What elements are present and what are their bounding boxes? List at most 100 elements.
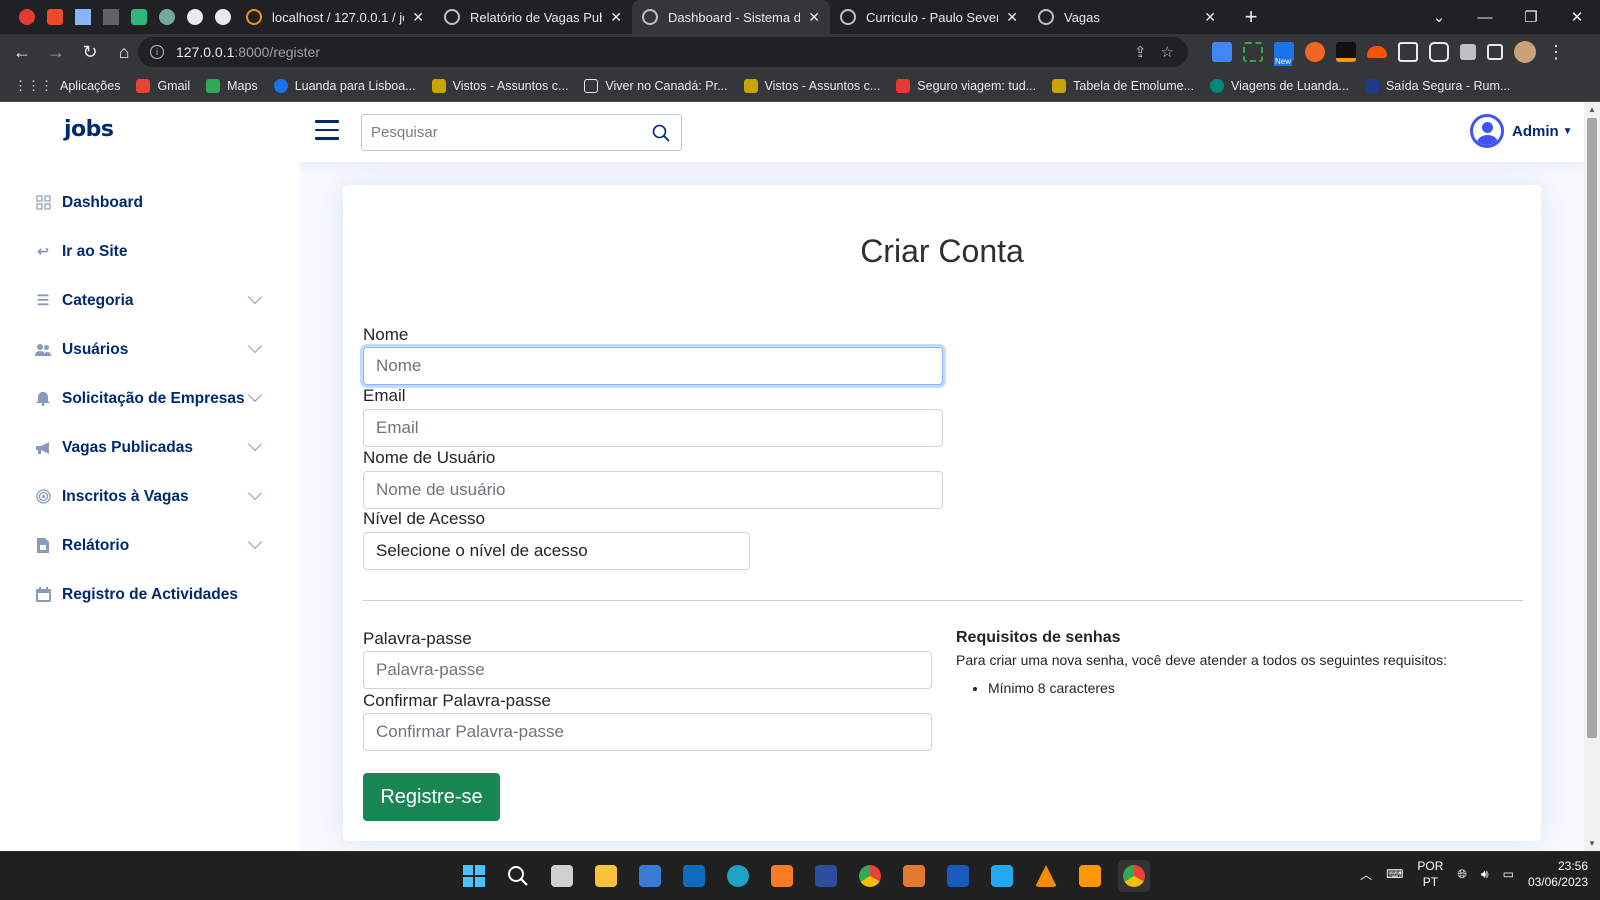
side-panel-icon[interactable] [1487,44,1503,60]
minimize-icon[interactable]: — [1462,9,1508,26]
close-icon[interactable]: ✕ [610,9,622,26]
edge-icon[interactable] [722,860,754,892]
soundcloud-icon[interactable] [1367,46,1387,58]
sublime-icon[interactable] [1074,860,1106,892]
browser-tab-active[interactable]: Dashboard - Sistema de G ✕ [632,0,830,34]
close-icon[interactable]: ✕ [1006,9,1018,26]
bookmark-item[interactable]: Tabela de Emolume... [1052,78,1194,93]
translate-extension-icon[interactable] [1212,42,1232,62]
word-icon[interactable] [942,860,974,892]
email-field[interactable] [363,409,943,447]
forward-arrow-icon[interactable]: → [40,42,72,63]
menu-dots-icon[interactable]: ⋮ [1547,42,1565,63]
vlc-icon[interactable] [1030,860,1062,892]
browser-tab[interactable]: Vagas ✕ [1028,0,1226,34]
screenshot-extension-icon[interactable] [1243,42,1263,62]
language-indicator[interactable]: POR PT [1417,858,1443,890]
close-icon[interactable]: ✕ [808,9,820,26]
start-windows-icon[interactable] [458,860,490,892]
github-icon[interactable] [210,4,236,30]
bookmark-item[interactable]: Gmail [136,78,190,93]
browser-tab[interactable]: Curriculo - Paulo Severino ✕ [830,0,1028,34]
page-scrollbar[interactable]: ▲ ▼ [1584,102,1600,851]
network-globe-icon[interactable]: 🌐︎ [1457,867,1467,882]
bookmark-item[interactable]: Viver no Canadá: Pr... [584,78,728,93]
bookmark-star-icon[interactable]: ☆ [1161,43,1174,61]
media-player-icon[interactable] [898,860,930,892]
task-view-icon[interactable] [546,860,578,892]
register-button[interactable]: Registre-se [363,773,500,821]
extension-icon[interactable] [1398,42,1418,62]
search-input[interactable] [362,115,641,150]
puzzle-icon[interactable] [1460,44,1476,60]
sidebar-toggle-icon[interactable] [315,120,339,140]
chrome-profile-icon[interactable] [1118,860,1150,892]
share-icon[interactable]: ⇪ [1134,43,1147,61]
sidebar-item-ir-ao-site[interactable]: ↩ Ir ao Site [0,227,300,276]
pinned-tab-icon[interactable] [98,4,124,30]
scrollbar-thumb[interactable] [1587,118,1597,738]
mail-icon[interactable] [678,860,710,892]
browser-tab[interactable]: localhost / 127.0.0.1 / jobs ✕ [236,0,434,34]
chrome-icon[interactable] [854,860,886,892]
close-icon[interactable]: ✕ [1204,9,1216,26]
keyboard-icon[interactable]: ⌨ [1386,867,1403,881]
restore-icon[interactable]: ❐ [1508,8,1554,26]
bookmark-item[interactable]: Vistos - Assuntos c... [743,78,880,93]
chevron-up-icon[interactable]: ︿ [1360,866,1372,883]
window-close-icon[interactable]: ✕ [1554,8,1600,26]
extension-icon[interactable] [1429,42,1449,62]
download-extension-icon[interactable] [1305,42,1325,62]
pinned-tab-icon[interactable] [126,4,152,30]
confirm-password-field[interactable] [363,713,932,751]
xampp-icon[interactable] [766,860,798,892]
sidebar-item-relatorio[interactable]: Relátorio [0,521,300,570]
volume-icon[interactable]: 🔊︎ [1481,867,1489,882]
address-bar[interactable]: i 127.0.0.1:8000/register ⇪ ☆ [138,37,1188,67]
close-icon[interactable]: ✕ [412,9,424,26]
sidebar-item-solicitacao-empresas[interactable]: Solicitação de Empresas [0,374,300,423]
clock[interactable]: 23:56 03/06/2023 [1528,858,1588,890]
sidebar-item-usuarios[interactable]: Usuários [0,325,300,374]
bookmark-item[interactable]: Vistos - Assuntos c... [431,78,568,93]
username-field[interactable] [363,471,943,509]
sidebar-item-categoria[interactable]: ☰ Categoria [0,276,300,325]
sidebar-item-vagas-publicadas[interactable]: Vagas Publicadas [0,423,300,472]
pinned-tab-icon[interactable] [154,4,180,30]
sidebar-item-registro-actividades[interactable]: Registro de Actividades [0,570,300,619]
bookmark-item[interactable]: Luanda para Lisboa... [273,78,416,93]
scroll-down-icon[interactable]: ▼ [1588,839,1596,848]
bookmark-item[interactable]: Seguro viagem: tud... [896,78,1036,93]
battery-icon[interactable]: ▭ [1503,867,1514,881]
pinned-tab-icon[interactable] [70,4,96,30]
browser-tab[interactable]: Relatório de Vagas Publicadas ✕ [434,0,632,34]
extension-icon[interactable] [1336,42,1356,62]
profile-avatar[interactable] [1514,41,1536,63]
home-icon[interactable]: ⌂ [108,42,140,63]
pinned-tab-icon[interactable] [14,4,40,30]
name-field[interactable] [363,347,943,385]
access-level-select[interactable]: Selecione o nível de acesso [363,532,750,570]
tab-search-chevron-icon[interactable]: ⌄ [1416,8,1462,26]
vscode-icon[interactable] [986,860,1018,892]
new-extension-icon[interactable]: New [1274,42,1294,66]
bookmark-item[interactable]: Viagens de Luanda... [1210,78,1349,93]
bookmark-item[interactable]: ⋮⋮⋮ Aplicações [14,78,120,94]
scroll-up-icon[interactable]: ▲ [1588,105,1596,114]
bookmark-item[interactable]: Saída Segura - Rum... [1364,78,1510,93]
site-info-icon[interactable]: i [150,45,164,59]
back-arrow-icon[interactable]: ← [6,42,38,63]
sidebar-item-dashboard[interactable]: Dashboard [0,178,300,227]
sidebar-item-inscritos-vagas[interactable]: Inscritos à Vagas [0,472,300,521]
password-field[interactable] [363,651,932,689]
logo[interactable]: jobs [64,117,114,142]
store-icon[interactable] [634,860,666,892]
app-icon[interactable] [810,860,842,892]
pinned-tab-icon[interactable] [42,4,68,30]
file-explorer-icon[interactable] [590,860,622,892]
search-icon[interactable] [502,860,534,892]
github-icon[interactable] [182,4,208,30]
new-tab-plus-icon[interactable]: + [1238,4,1264,30]
search-icon[interactable] [641,124,681,142]
reload-icon[interactable]: ↻ [74,42,106,63]
